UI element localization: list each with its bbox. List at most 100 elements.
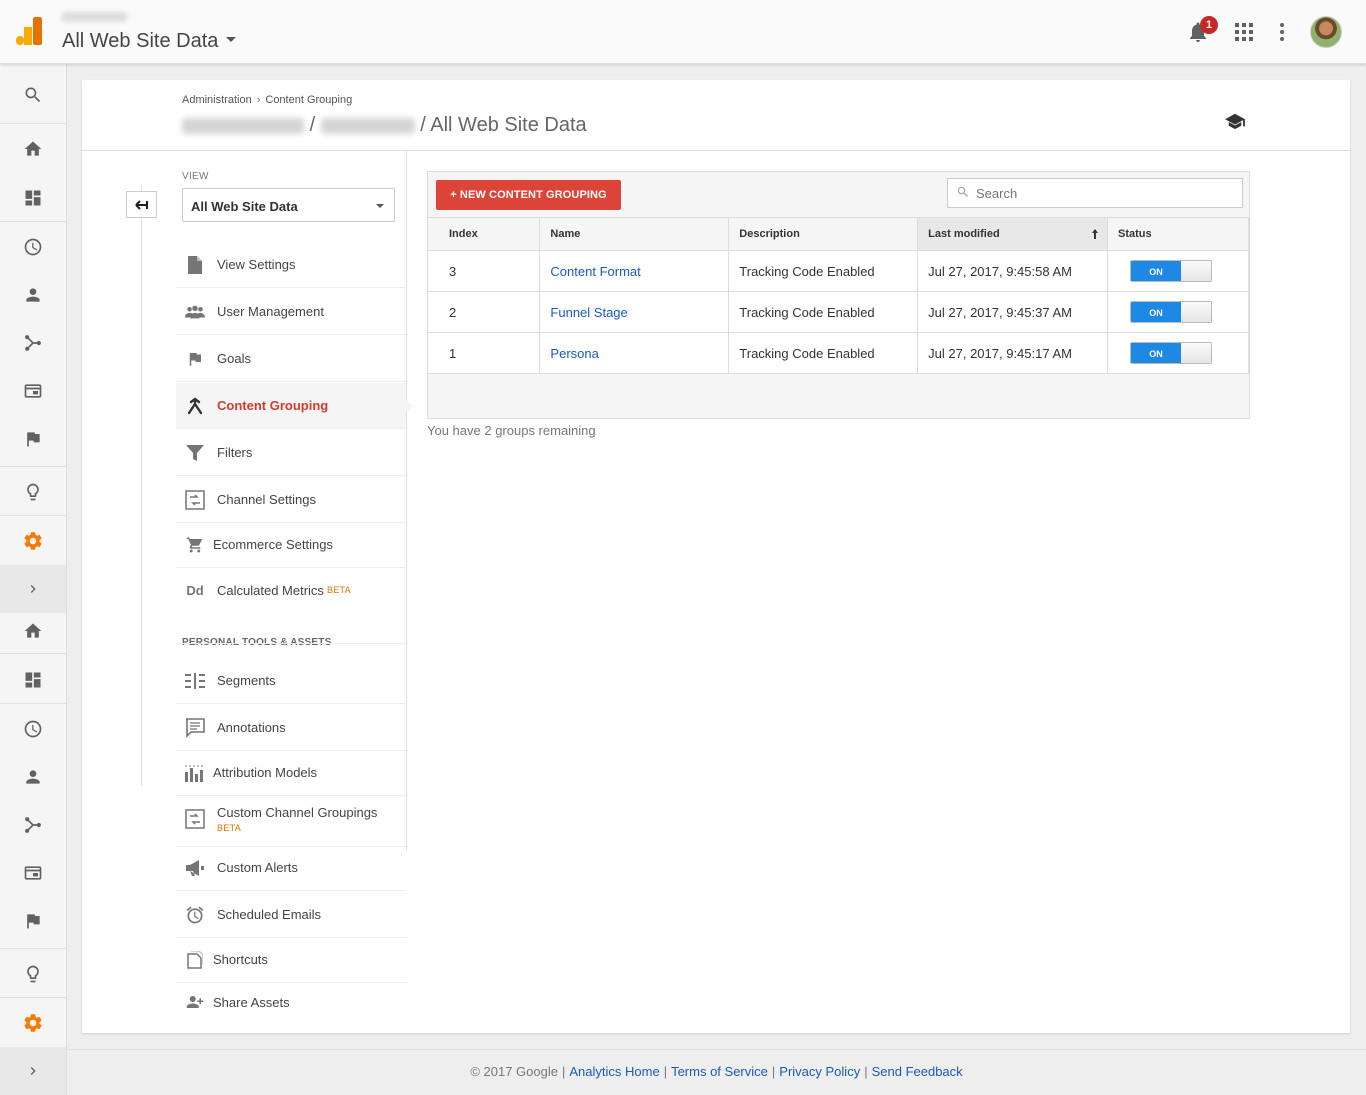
page-title-path: / / All Web Site Data — [182, 114, 587, 137]
table-row: 2 Funnel Stage Tracking Code Enabled Jul… — [428, 291, 1249, 333]
search-input[interactable] — [976, 185, 1226, 201]
search-box — [947, 178, 1243, 208]
column-header-status[interactable]: Status — [1107, 217, 1249, 251]
customization-dashboard-icon[interactable] — [0, 660, 66, 700]
document-icon — [185, 255, 205, 275]
audience-person-icon[interactable] — [0, 757, 66, 797]
acquisition-icon[interactable] — [0, 323, 66, 363]
row-last-modified: Jul 27, 2017, 9:45:58 AM — [917, 250, 1109, 292]
footer-link-analytics-home[interactable]: Analytics Home — [569, 1064, 659, 1079]
row-description: Tracking Code Enabled — [728, 332, 919, 374]
status-toggle[interactable]: ON — [1130, 260, 1213, 282]
search-icon[interactable] — [0, 75, 66, 115]
status-toggle[interactable]: ON — [1130, 301, 1213, 323]
footer-link-send-feedback[interactable]: Send Feedback — [872, 1064, 963, 1079]
nav-segments[interactable]: Segments — [176, 658, 406, 704]
breadcrumb-content-grouping[interactable]: Content Grouping — [265, 94, 352, 106]
footer-link-terms[interactable]: Terms of Service — [671, 1064, 768, 1079]
view-label: VIEW — [182, 171, 209, 182]
user-avatar[interactable] — [1310, 16, 1342, 48]
property-name-redacted — [320, 117, 415, 134]
nav-custom-channel-groupings[interactable]: Custom Channel Groupings BETA — [176, 795, 406, 847]
home-icon[interactable] — [0, 129, 66, 169]
expand-rail-chevron-icon[interactable] — [0, 1047, 66, 1095]
nav-user-management[interactable]: User Management — [176, 289, 406, 335]
view-selected-value: All Web Site Data — [191, 199, 298, 214]
account-name-redacted — [62, 12, 127, 22]
annotation-icon — [185, 717, 205, 738]
nav-goals[interactable]: Goals — [176, 336, 406, 382]
view-selector-dropdown[interactable]: All Web Site Data — [182, 188, 395, 222]
content-grouping-table: Index Name Description Last modified Sta… — [428, 217, 1249, 374]
nav-ecommerce-settings[interactable]: Ecommerce Settings — [176, 522, 406, 568]
acquisition-icon[interactable] — [0, 805, 66, 845]
row-index: 2 — [428, 291, 541, 333]
search-icon — [956, 185, 970, 202]
nav-shortcuts[interactable]: Shortcuts — [176, 937, 406, 983]
attribution-icon — [185, 763, 205, 783]
content-grouping-panel: + NEW CONTENT GROUPING Index Name Descri… — [427, 171, 1250, 419]
column-header-description[interactable]: Description — [728, 217, 919, 251]
status-toggle[interactable]: ON — [1130, 342, 1213, 364]
page-title-view: All Web Site Data — [430, 114, 587, 136]
nav-calculated-metrics[interactable]: Dd Calculated Metrics BETA — [176, 567, 406, 613]
property-picker[interactable]: All Web Site Data — [62, 30, 237, 53]
realtime-clock-icon[interactable] — [0, 709, 66, 749]
apps-grid-icon[interactable] — [1232, 20, 1256, 44]
analytics-logo[interactable] — [16, 17, 42, 45]
behavior-icon[interactable] — [0, 371, 66, 411]
nav-content-grouping[interactable]: Content Grouping — [176, 383, 413, 429]
row-index: 3 — [428, 250, 541, 292]
discover-lightbulb-icon[interactable] — [0, 954, 66, 994]
breadcrumb: Administration › Content Grouping — [182, 94, 353, 106]
admin-gear-icon[interactable] — [0, 521, 66, 561]
nav-channel-settings[interactable]: Channel Settings — [176, 477, 406, 523]
left-nav-rail — [0, 64, 67, 1095]
alarm-clock-icon — [185, 905, 205, 925]
column-header-index[interactable]: Index — [428, 217, 541, 251]
content-grouping-name-link[interactable]: Funnel Stage — [550, 305, 627, 320]
admin-gear-icon[interactable] — [0, 1003, 66, 1043]
nav-view-settings[interactable]: View Settings — [176, 242, 406, 288]
column-header-last-modified[interactable]: Last modified — [917, 217, 1109, 251]
content-grouping-name-link[interactable]: Persona — [550, 346, 598, 361]
realtime-clock-icon[interactable] — [0, 227, 66, 267]
home-icon[interactable] — [0, 611, 66, 651]
beta-badge: BETA — [217, 823, 242, 833]
nav-filters[interactable]: Filters — [176, 430, 406, 476]
customization-dashboard-icon[interactable] — [0, 178, 66, 218]
row-description: Tracking Code Enabled — [728, 250, 919, 292]
caret-down-icon — [226, 37, 237, 43]
back-button[interactable] — [126, 191, 157, 218]
behavior-icon[interactable] — [0, 853, 66, 893]
groups-remaining-text: You have 2 groups remaining — [427, 423, 596, 438]
megaphone-icon — [185, 858, 205, 878]
filter-icon — [185, 443, 205, 463]
conversions-flag-icon[interactable] — [0, 419, 66, 459]
account-name-redacted — [182, 117, 304, 134]
copyright-text: © 2017 Google — [470, 1064, 558, 1079]
conversions-flag-icon[interactable] — [0, 901, 66, 941]
nav-annotations[interactable]: Annotations — [176, 705, 406, 751]
discover-lightbulb-icon[interactable] — [0, 472, 66, 512]
notification-badge: 1 — [1200, 16, 1218, 34]
sort-ascending-arrow-icon — [1091, 229, 1099, 242]
nav-share-assets[interactable]: Share Assets — [176, 979, 406, 1025]
more-vert-icon[interactable] — [1270, 20, 1294, 44]
footer-link-privacy[interactable]: Privacy Policy — [779, 1064, 860, 1079]
breadcrumb-administration[interactable]: Administration — [182, 94, 252, 106]
new-content-grouping-button[interactable]: + NEW CONTENT GROUPING — [436, 180, 621, 210]
audience-person-icon[interactable] — [0, 275, 66, 315]
cart-icon — [185, 535, 205, 555]
column-header-name[interactable]: Name — [539, 217, 730, 251]
graduation-cap-icon[interactable] — [1224, 112, 1246, 135]
caret-down-icon — [376, 204, 384, 208]
segments-icon — [185, 671, 205, 691]
nav-scheduled-emails[interactable]: Scheduled Emails — [176, 892, 406, 938]
nav-attribution-models[interactable]: Attribution Models — [176, 750, 406, 796]
content-grouping-name-link[interactable]: Content Format — [550, 264, 640, 279]
expand-rail-chevron-icon[interactable] — [0, 565, 66, 613]
add-person-icon — [185, 992, 205, 1012]
nav-custom-alerts[interactable]: Custom Alerts — [176, 845, 406, 891]
table-row: 3 Content Format Tracking Code Enabled J… — [428, 250, 1249, 292]
